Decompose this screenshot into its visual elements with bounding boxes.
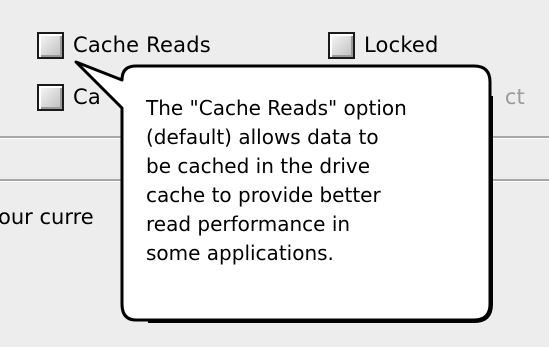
locked-checkbox-box[interactable]: [328, 31, 355, 59]
cache-reads-label[interactable]: Cache Reads: [73, 34, 211, 56]
settings-panel: Cache Reads Locked Ca ct our curre The "…: [0, 0, 549, 347]
cache-writes-checkbox-box[interactable]: [37, 83, 64, 111]
locked-label[interactable]: Locked: [364, 34, 439, 56]
cache-writes-label[interactable]: Ca: [73, 87, 113, 108]
cache-reads-checkbox-box[interactable]: [37, 31, 64, 59]
status-text: our curre: [0, 205, 94, 229]
locked-checkbox[interactable]: Locked: [328, 28, 439, 62]
cache-writes-checkbox[interactable]: Ca: [37, 80, 113, 114]
cache-reads-checkbox[interactable]: Cache Reads: [37, 28, 211, 62]
help-balloon-text: The "Cache Reads" option (default) allow…: [146, 96, 407, 265]
